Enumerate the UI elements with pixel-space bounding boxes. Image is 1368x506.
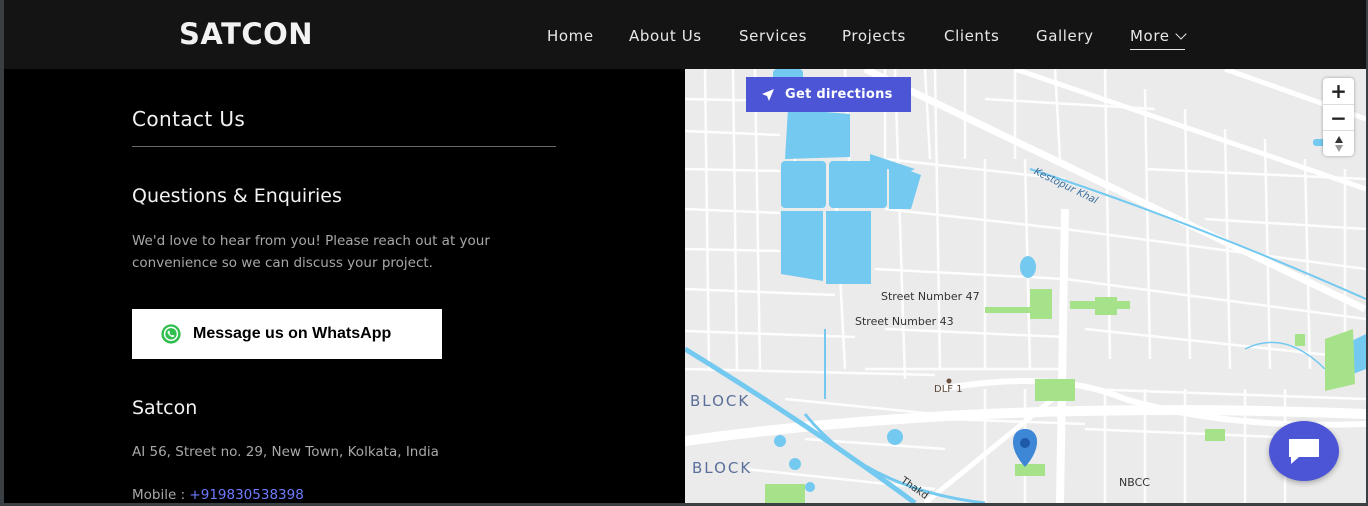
- chat-bubble-icon: [1289, 439, 1319, 464]
- map-label-block-2: BLOCK: [692, 459, 753, 477]
- map-label-street47: Street Number 47: [881, 290, 980, 303]
- zoom-in-button[interactable]: +: [1323, 78, 1354, 104]
- map-label-street43: Street Number 43: [855, 315, 954, 328]
- site-header: SATCON Home About Us Services Projects C…: [4, 0, 1366, 69]
- location-map[interactable]: Kestopur Khal Street Number 47 Street Nu…: [685, 69, 1366, 503]
- whatsapp-icon: [161, 324, 181, 344]
- navigation-arrow-icon: [762, 88, 774, 101]
- nav-clients[interactable]: Clients: [944, 27, 999, 45]
- zoom-out-button[interactable]: −: [1323, 104, 1354, 130]
- company-name: Satcon: [132, 397, 198, 419]
- map-canvas: [685, 69, 1366, 503]
- map-label-block-1: BLOCK: [690, 392, 751, 410]
- get-directions-button[interactable]: Get directions: [746, 77, 911, 112]
- nav-gallery[interactable]: Gallery: [1036, 27, 1094, 45]
- contact-title: Contact Us: [132, 107, 246, 131]
- chat-widget-button[interactable]: [1269, 421, 1339, 481]
- nav-projects[interactable]: Projects: [842, 27, 906, 45]
- contact-section: Contact Us Questions & Enquiries We'd lo…: [132, 69, 692, 503]
- reset-north-button[interactable]: [1323, 130, 1354, 156]
- company-address: AI 56, Street no. 29, New Town, Kolkata,…: [132, 444, 439, 460]
- whatsapp-button[interactable]: Message us on WhatsApp: [132, 309, 442, 359]
- map-label-dlf: DLF 1: [934, 384, 963, 395]
- nav-services[interactable]: Services: [739, 27, 807, 45]
- mobile-label: Mobile :: [132, 487, 186, 503]
- page-frame: SATCON Home About Us Services Projects C…: [4, 0, 1366, 503]
- whatsapp-button-label: Message us on WhatsApp: [193, 325, 392, 342]
- main-nav: Home About Us Services Projects Clients …: [4, 27, 1366, 50]
- mobile-line: Mobile : +919830538398: [132, 487, 304, 503]
- contact-description: We'd love to hear from you! Please reach…: [132, 233, 490, 271]
- nav-about-us[interactable]: About Us: [629, 27, 702, 45]
- divider: [132, 146, 556, 147]
- chevron-down-icon: [1174, 28, 1187, 40]
- nav-more[interactable]: More: [1130, 27, 1187, 50]
- compass-icon: [1334, 135, 1343, 152]
- map-label-nbcc: NBCC: [1119, 476, 1150, 489]
- get-directions-label: Get directions: [785, 87, 893, 102]
- nav-home[interactable]: Home: [547, 27, 594, 45]
- mobile-number-link[interactable]: +919830538398: [189, 487, 303, 503]
- enquiries-heading: Questions & Enquiries: [132, 185, 342, 207]
- map-zoom-controls: + −: [1323, 78, 1354, 156]
- nav-more-label: More: [1130, 27, 1170, 45]
